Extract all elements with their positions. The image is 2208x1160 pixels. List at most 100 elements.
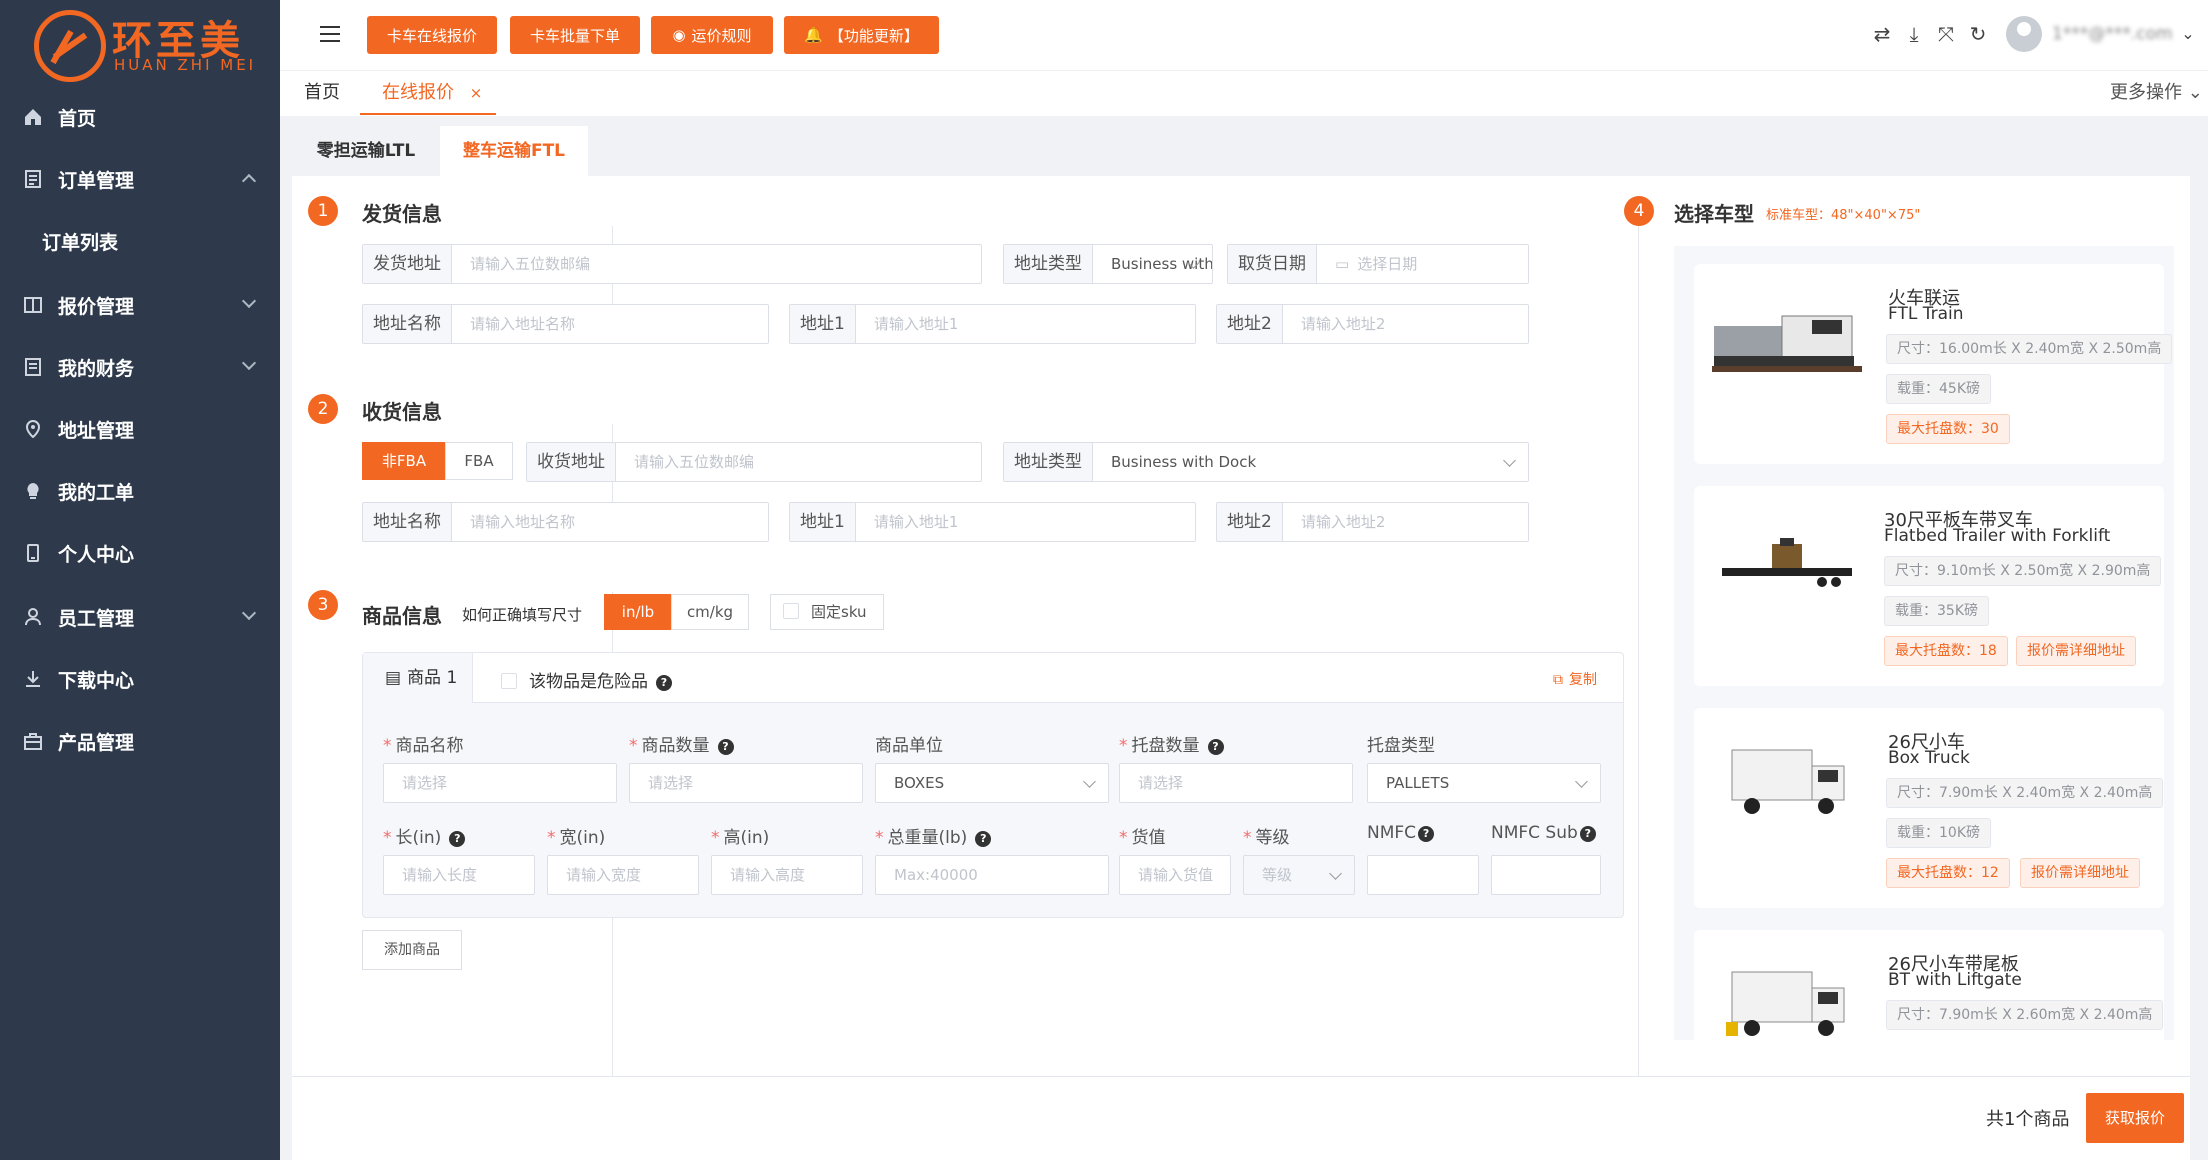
- recv-address2-field[interactable]: 地址2 请输入地址2: [1216, 502, 1529, 542]
- grade-select[interactable]: 等级: [1243, 855, 1355, 895]
- chevron-down-icon[interactable]: ⌄: [2176, 22, 2200, 46]
- sidebar-item-downloads[interactable]: 下载中心: [0, 648, 280, 710]
- ship-address1-input[interactable]: 请输入地址1: [856, 305, 1195, 343]
- value-input[interactable]: 请输入货值: [1119, 855, 1231, 895]
- recv-name-input[interactable]: 请输入地址名称: [452, 503, 768, 541]
- vehicle-name-en: Box Truck: [1888, 748, 1970, 768]
- sidebar-item-orders[interactable]: 订单管理: [0, 148, 280, 210]
- chevron-down-icon: ⌄: [2187, 82, 2203, 103]
- recv-zip-field[interactable]: 收货地址 请输入五位数邮编: [526, 442, 982, 482]
- download-icon[interactable]: ⤓: [1902, 22, 1926, 46]
- unit-inlb-toggle[interactable]: in/lb: [604, 594, 672, 630]
- ship-address2-field[interactable]: 地址2 请输入地址2: [1216, 304, 1529, 344]
- get-quote-button[interactable]: 获取报价: [2086, 1093, 2184, 1143]
- fullscreen-icon[interactable]: ⤧: [1934, 22, 1958, 46]
- date-input[interactable]: ▭ 选择日期: [1317, 245, 1528, 283]
- dangerous-checkbox[interactable]: 该物品是危险品?: [501, 667, 672, 692]
- tab-ltl[interactable]: 零担运输LTL: [292, 126, 440, 176]
- pallet-type-select[interactable]: PALLETS: [1367, 763, 1601, 803]
- select-value[interactable]: Business with Dock: [1093, 245, 1212, 283]
- sidebar-item-profile[interactable]: 个人中心: [0, 522, 280, 584]
- ship-address1-field[interactable]: 地址1 请输入地址1: [789, 304, 1196, 344]
- more-actions-dropdown[interactable]: 更多操作 ⌄: [2110, 71, 2203, 115]
- date-placeholder: 选择日期: [1357, 255, 1418, 273]
- sidebar-item-order-list[interactable]: 订单列表: [0, 210, 280, 272]
- weight-input[interactable]: Max:40000: [875, 855, 1109, 895]
- fixed-sku-label: 固定sku: [811, 603, 867, 621]
- size-help-link[interactable]: 如何正确填写尺寸: [462, 604, 582, 625]
- vehicle-card-liftgate[interactable]: 26尺小车带尾板 BT with Liftgate 尺寸：7.90m长 X 2.…: [1694, 930, 2164, 1040]
- sidebar-item-address[interactable]: 地址管理: [0, 398, 280, 460]
- fixed-sku-checkbox[interactable]: 固定sku: [770, 594, 884, 630]
- section-title: 选择车型: [1674, 202, 1754, 226]
- vehicle-card-train[interactable]: 火车联运 FTL Train 尺寸：16.00m长 X 2.40m宽 X 2.5…: [1694, 264, 2173, 464]
- sidebar-item-tickets[interactable]: 我的工单: [0, 460, 280, 522]
- height-input[interactable]: 请输入高度: [711, 855, 863, 895]
- rate-rules-button[interactable]: ◉ 运价规则: [651, 16, 773, 54]
- nmfc-sub-input[interactable]: [1491, 855, 1601, 895]
- tab-home[interactable]: 首页: [304, 71, 340, 115]
- ship-address2-input[interactable]: 请输入地址2: [1283, 305, 1528, 343]
- close-icon[interactable]: ×: [470, 84, 483, 102]
- help-icon[interactable]: ?: [449, 831, 466, 847]
- field-label: 地址1: [790, 503, 856, 541]
- help-icon[interactable]: ?: [1418, 826, 1435, 842]
- nmfc-input[interactable]: [1367, 855, 1479, 895]
- help-icon[interactable]: ?: [975, 831, 992, 847]
- recv-address2-input[interactable]: 请输入地址2: [1283, 503, 1528, 541]
- sidebar-item-quotes[interactable]: 报价管理: [0, 274, 280, 336]
- sidebar-item-home[interactable]: 首页: [0, 86, 280, 148]
- sidebar-item-finance[interactable]: 我的财务: [0, 336, 280, 398]
- vehicle-card-flatbed[interactable]: 30尺平板车带叉车 Flatbed Trailer with Forklift …: [1694, 486, 2164, 686]
- menu-toggle-icon[interactable]: [320, 26, 340, 42]
- refresh-icon[interactable]: ↻: [1966, 22, 1990, 46]
- pickup-date-field[interactable]: 取货日期 ▭ 选择日期: [1227, 244, 1529, 284]
- avatar[interactable]: [2006, 16, 2042, 52]
- recv-address1-input[interactable]: 请输入地址1: [856, 503, 1195, 541]
- recv-name-field[interactable]: 地址名称 请输入地址名称: [362, 502, 769, 542]
- help-icon[interactable]: ?: [1207, 739, 1224, 755]
- vehicle-card-box-truck[interactable]: 26尺小车 Box Truck 尺寸：7.90m长 X 2.40m宽 X 2.4…: [1694, 708, 2164, 908]
- help-icon[interactable]: ?: [1579, 826, 1596, 842]
- tab-ftl[interactable]: 整车运输FTL: [440, 126, 588, 176]
- detail-address-tag: 报价需详细地址: [2016, 636, 2136, 666]
- tab-online-quote[interactable]: 在线报价 ×: [360, 71, 496, 115]
- field-label: 取货日期: [1228, 245, 1317, 283]
- fba-toggle[interactable]: FBA: [445, 442, 513, 480]
- truck-quote-button[interactable]: 卡车在线报价: [367, 16, 497, 54]
- select-text: BOXES: [894, 774, 945, 792]
- product-unit-select[interactable]: BOXES: [875, 763, 1109, 803]
- width-input[interactable]: 请输入宽度: [547, 855, 699, 895]
- ship-zip-input[interactable]: 请输入五位数邮编: [452, 245, 981, 283]
- length-input[interactable]: 请输入长度: [383, 855, 535, 895]
- ship-name-field[interactable]: 地址名称 请输入地址名称: [362, 304, 769, 344]
- recv-address-type-select[interactable]: 地址类型 Business with Dock: [1003, 442, 1529, 482]
- pallet-qty-input[interactable]: 请选择: [1119, 763, 1353, 803]
- product-qty-input[interactable]: 请选择: [629, 763, 863, 803]
- sidebar-item-products[interactable]: 产品管理: [0, 710, 280, 772]
- translate-icon[interactable]: ⇄: [1870, 22, 1894, 46]
- product-tab[interactable]: ▤ 商品 1: [363, 653, 473, 703]
- ship-zip-field[interactable]: 发货地址 请输入五位数邮编: [362, 244, 982, 284]
- help-icon[interactable]: ?: [717, 739, 734, 755]
- add-product-button[interactable]: 添加商品: [362, 930, 462, 970]
- non-fba-toggle[interactable]: 非FBA: [362, 442, 446, 480]
- recv-zip-input[interactable]: 请输入五位数邮编: [616, 443, 981, 481]
- ship-address-type-select[interactable]: 地址类型Business with Dock: [1003, 244, 1213, 284]
- feature-update-button[interactable]: 🔔 【功能更新】: [784, 16, 939, 54]
- product-name-input[interactable]: 请选择: [383, 763, 617, 803]
- username[interactable]: 1***@***.com: [2052, 24, 2173, 44]
- ship-name-input[interactable]: 请输入地址名称: [452, 305, 768, 343]
- truck-batch-order-button[interactable]: 卡车批量下单: [510, 16, 640, 54]
- sidebar-item-staff[interactable]: 员工管理: [0, 586, 280, 648]
- logo[interactable]: 环至美 HUAN ZHI MEI: [0, 0, 280, 88]
- chevron-down-icon: [1083, 775, 1096, 788]
- unit-cmkg-toggle[interactable]: cm/kg: [671, 594, 749, 630]
- checkbox[interactable]: [501, 673, 517, 689]
- recv-address1-field[interactable]: 地址1 请输入地址1: [789, 502, 1196, 542]
- select-value[interactable]: Business with Dock: [1093, 443, 1528, 481]
- checkbox[interactable]: [783, 603, 799, 619]
- copy-button[interactable]: ⧉ 复制: [1553, 669, 1597, 689]
- ledger-icon: [22, 356, 44, 378]
- help-icon[interactable]: ?: [656, 675, 672, 691]
